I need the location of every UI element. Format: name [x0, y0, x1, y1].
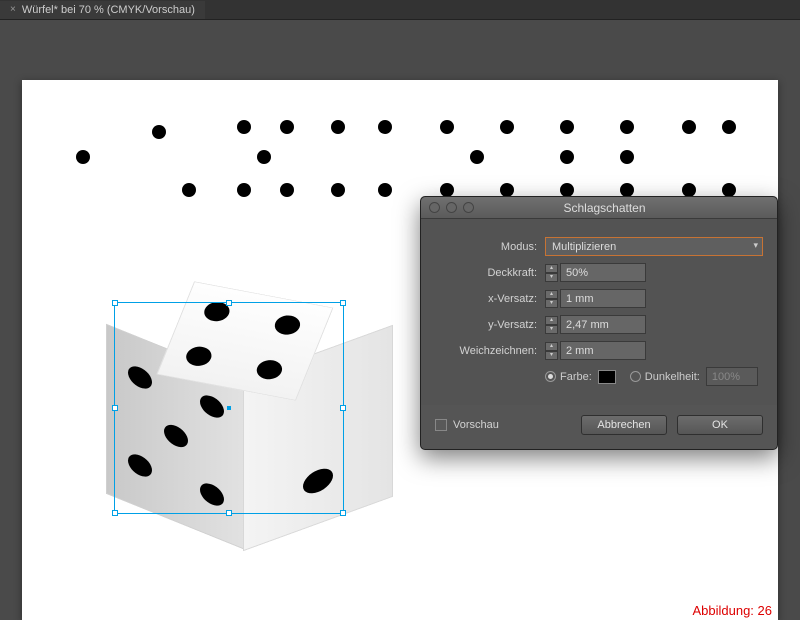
blur-label: Weichzeichnen: — [435, 345, 545, 357]
handle-bot-left[interactable] — [112, 510, 118, 516]
dialog-footer: Vorschau Abbrechen OK — [421, 405, 777, 449]
dialog-body: Modus: Multiplizieren Deckkraft: ▴▾ x-Ve… — [421, 219, 777, 405]
ok-button[interactable]: OK — [677, 415, 763, 435]
preview-label: Vorschau — [453, 419, 499, 431]
opacity-stepper[interactable]: ▴▾ — [545, 264, 558, 282]
selection-center[interactable] — [227, 406, 231, 410]
color-radio[interactable] — [545, 371, 556, 382]
x-offset-input[interactable] — [560, 289, 646, 308]
opacity-label: Deckkraft: — [435, 267, 545, 279]
preview-checkbox[interactable] — [435, 419, 447, 431]
mode-label: Modus: — [435, 241, 545, 253]
document-tab[interactable]: × Würfel* bei 70 % (CMYK/Vorschau) — [0, 1, 205, 19]
darkness-input — [706, 367, 758, 386]
x-offset-label: x-Versatz: — [435, 293, 545, 305]
figure-caption: Abbildung: 26 — [692, 603, 772, 618]
handle-top-mid[interactable] — [226, 300, 232, 306]
blur-input[interactable] — [560, 341, 646, 360]
handle-mid-right[interactable] — [340, 405, 346, 411]
close-window-icon[interactable] — [429, 202, 440, 213]
y-offset-input[interactable] — [560, 315, 646, 334]
handle-mid-left[interactable] — [112, 405, 118, 411]
y-offset-stepper[interactable]: ▴▾ — [545, 316, 558, 334]
handle-bot-right[interactable] — [340, 510, 346, 516]
selection-box[interactable] — [114, 302, 344, 514]
color-label: Farbe: — [560, 371, 592, 383]
handle-top-right[interactable] — [340, 300, 346, 306]
blur-stepper[interactable]: ▴▾ — [545, 342, 558, 360]
handle-bot-mid[interactable] — [226, 510, 232, 516]
handle-top-left[interactable] — [112, 300, 118, 306]
dialog-title: Schlagschatten — [440, 201, 769, 215]
cancel-button[interactable]: Abbrechen — [581, 415, 667, 435]
x-offset-stepper[interactable]: ▴▾ — [545, 290, 558, 308]
tab-title: Würfel* bei 70 % (CMYK/Vorschau) — [22, 4, 195, 16]
color-swatch[interactable] — [598, 370, 616, 384]
drop-shadow-dialog[interactable]: Schlagschatten Modus: Multiplizieren Dec… — [420, 196, 778, 450]
mode-select[interactable]: Multiplizieren — [545, 237, 763, 256]
darkness-radio[interactable] — [630, 371, 641, 382]
tab-bar: × Würfel* bei 70 % (CMYK/Vorschau) — [0, 0, 800, 20]
y-offset-label: y-Versatz: — [435, 319, 545, 331]
darkness-label: Dunkelheit: — [645, 371, 700, 383]
opacity-input[interactable] — [560, 263, 646, 282]
close-icon[interactable]: × — [10, 4, 16, 15]
dialog-titlebar[interactable]: Schlagschatten — [421, 197, 777, 219]
